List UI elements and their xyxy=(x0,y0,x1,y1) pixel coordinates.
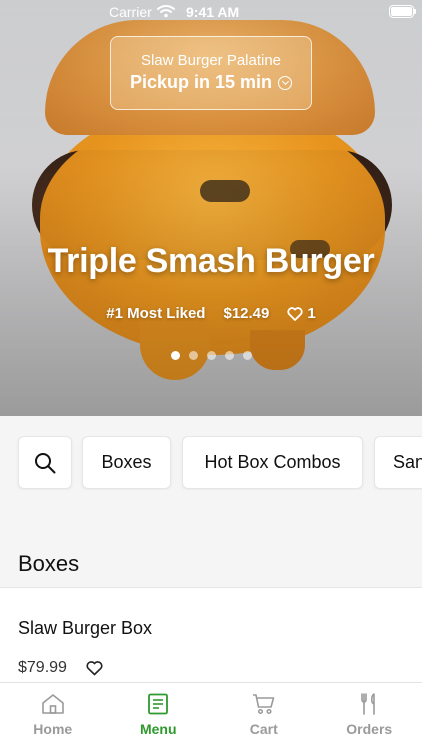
carousel-dot[interactable] xyxy=(242,351,252,360)
heart-icon[interactable] xyxy=(86,660,103,676)
fork-knife-icon xyxy=(361,693,376,715)
hero-likes[interactable]: 1 xyxy=(287,305,316,322)
category-chips[interactable]: Boxes Hot Box Combos San xyxy=(0,436,422,490)
tab-bar: Home Menu Cart Orders xyxy=(0,682,422,750)
likes-count: 1 xyxy=(307,305,316,322)
category-chip-hot-box-combos[interactable]: Hot Box Combos xyxy=(182,436,363,489)
item-price: $79.99 xyxy=(18,659,67,676)
carousel-dot[interactable] xyxy=(188,351,198,360)
status-bar: Carrier 9:41 AM xyxy=(0,0,422,24)
tab-label: Home xyxy=(33,721,73,737)
carousel-dot[interactable] xyxy=(206,351,216,360)
item-name: Slaw Burger Box xyxy=(18,618,153,638)
pickup-time: Pickup in 15 min xyxy=(111,72,311,93)
tab-label: Cart xyxy=(249,721,278,737)
hero-title: Triple Smash Burger xyxy=(47,242,375,280)
item-meta: $79.99 xyxy=(18,659,103,677)
tab-label: Orders xyxy=(346,721,393,737)
location-selector[interactable]: Slaw Burger Palatine Pickup in 15 min xyxy=(110,36,312,110)
search-icon xyxy=(35,452,56,473)
carousel-dot[interactable] xyxy=(170,351,180,360)
category-chip-boxes[interactable]: Boxes xyxy=(82,436,171,489)
tab-orders[interactable]: Orders xyxy=(317,683,422,750)
list-item[interactable]: Slaw Burger Box $79.99 xyxy=(0,588,422,683)
hero-badge: #1 Most Liked xyxy=(106,305,206,322)
home-icon xyxy=(41,694,64,714)
cart-icon xyxy=(252,694,275,715)
wifi-icon xyxy=(157,5,175,18)
location-name: Slaw Burger Palatine xyxy=(140,52,282,69)
battery-tip xyxy=(414,9,416,14)
carousel-dot[interactable] xyxy=(224,351,234,360)
menu-list: Slaw Burger Box $79.99 xyxy=(0,587,422,682)
pickup-label: Pickup in 15 min xyxy=(129,72,273,92)
search-button[interactable] xyxy=(18,436,72,489)
hero-price: $12.49 xyxy=(223,305,270,322)
section-title: Boxes xyxy=(18,551,80,576)
clock: 9:41 AM xyxy=(186,4,240,20)
hero-meta: #1 Most Liked $12.49 1 xyxy=(0,305,422,322)
menu-icon xyxy=(148,693,169,715)
carrier-label: Carrier xyxy=(109,4,152,20)
carousel-dots[interactable] xyxy=(0,351,422,360)
chevron-down-icon xyxy=(278,75,293,90)
battery-icon xyxy=(389,5,414,18)
tab-label: Menu xyxy=(139,721,177,737)
category-chip-sandwiches[interactable]: San xyxy=(374,436,422,489)
tab-menu[interactable]: Menu xyxy=(106,683,212,750)
tab-home[interactable]: Home xyxy=(0,683,106,750)
tab-cart[interactable]: Cart xyxy=(211,683,317,750)
heart-icon xyxy=(287,306,303,321)
